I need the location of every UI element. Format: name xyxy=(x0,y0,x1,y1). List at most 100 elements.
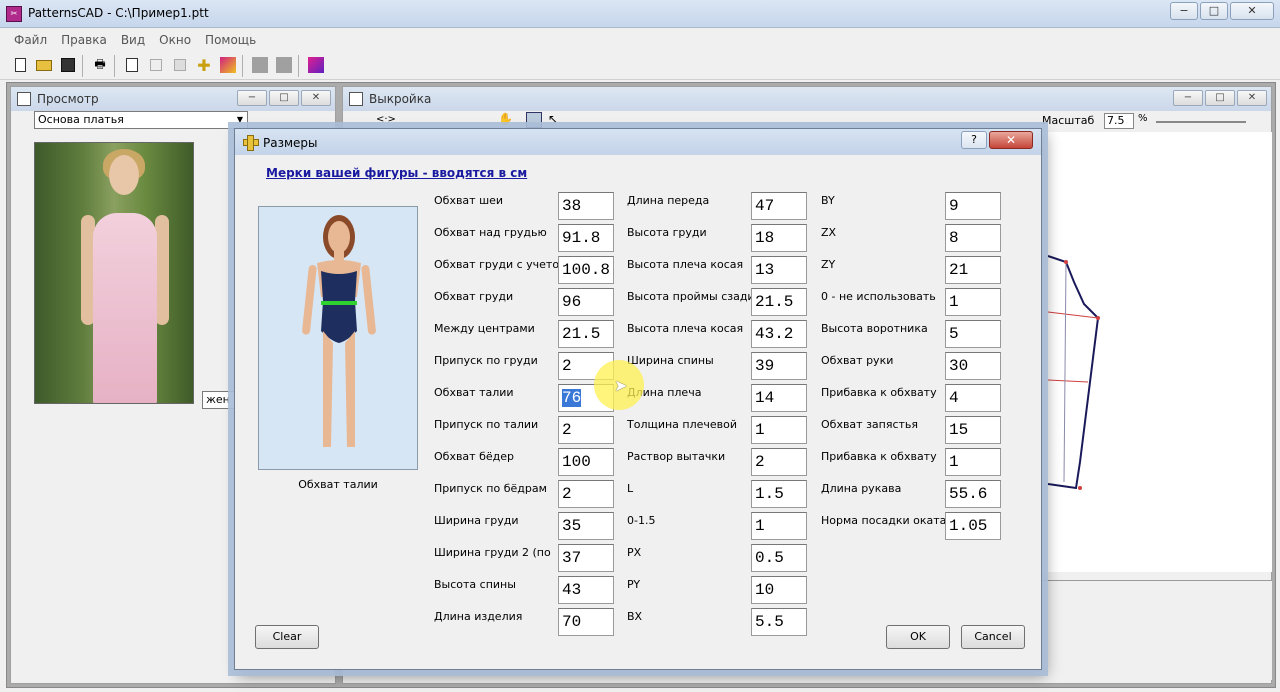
print-icon[interactable]: 🖶 xyxy=(90,55,110,75)
paste-icon[interactable] xyxy=(170,55,190,75)
preview-window-controls: − □ ✕ xyxy=(237,90,331,106)
measurement-value: 2 xyxy=(562,485,572,503)
measurement-label: ZY xyxy=(821,258,836,271)
pattern-close-button[interactable]: ✕ xyxy=(1237,90,1267,106)
measurement-field[interactable]: 39 xyxy=(751,352,807,380)
disabled-tool-icon[interactable] xyxy=(250,55,270,75)
minimize-button[interactable]: − xyxy=(1170,2,1198,20)
measurement-field[interactable]: 38 xyxy=(558,192,614,220)
measurement-field[interactable]: 4 xyxy=(945,384,1001,412)
new-file-icon[interactable] xyxy=(10,55,30,75)
measurement-field[interactable]: 1 xyxy=(751,416,807,444)
pan-nav-label[interactable]: <·> xyxy=(376,114,396,125)
measurement-field[interactable]: 55.6 xyxy=(945,480,1001,508)
pattern-minimize-button[interactable]: − xyxy=(1173,90,1203,106)
help-button[interactable]: ? xyxy=(961,131,987,149)
model-select-value: Основа платья xyxy=(38,113,124,126)
print-preview-icon[interactable] xyxy=(122,55,142,75)
measurement-label: Высота воротника xyxy=(821,322,928,335)
close-button[interactable]: ✕ xyxy=(1230,2,1274,20)
measurement-field[interactable]: 21.5 xyxy=(558,320,614,348)
measurement-field[interactable]: 2 xyxy=(751,448,807,476)
pattern-canvas[interactable] xyxy=(1040,132,1272,572)
scale-unit: % xyxy=(1138,113,1148,124)
dialog-close-button[interactable]: ✕ xyxy=(989,131,1033,149)
measurement-label: Обхват груди с учетом xyxy=(434,258,568,271)
measurement-value: 70 xyxy=(562,613,582,631)
measurement-field[interactable]: 70 xyxy=(558,608,614,636)
measurement-label: PY xyxy=(627,578,641,591)
measurement-field[interactable]: 96 xyxy=(558,288,614,316)
menu-view[interactable]: Вид xyxy=(121,33,145,47)
measurement-field[interactable]: 43 xyxy=(558,576,614,604)
measurement-value: 10 xyxy=(755,581,775,599)
menu-edit[interactable]: Правка xyxy=(61,33,107,47)
scale-input[interactable]: 7.5 xyxy=(1104,113,1134,129)
dialog-title: Размеры xyxy=(263,136,318,150)
ok-button[interactable]: OK xyxy=(886,625,950,649)
save-icon[interactable] xyxy=(58,55,78,75)
measurement-field[interactable]: 100 xyxy=(558,448,614,476)
cancel-button[interactable]: Cancel xyxy=(961,625,1025,649)
measurement-value: 2 xyxy=(562,421,572,439)
measurement-field[interactable]: 30 xyxy=(945,352,1001,380)
measurement-field[interactable]: 10 xyxy=(751,576,807,604)
picture-icon[interactable] xyxy=(218,55,238,75)
measurement-field[interactable]: 100.8 xyxy=(558,256,614,284)
measurements-icon[interactable]: ✚ xyxy=(194,55,214,75)
disabled-tool-icon[interactable] xyxy=(274,55,294,75)
scale-slider[interactable] xyxy=(1156,121,1246,123)
menu-window[interactable]: Окно xyxy=(159,33,191,47)
body-figure-drawing xyxy=(302,215,376,447)
measurement-field[interactable]: 8 xyxy=(945,224,1001,252)
measurement-value: 8 xyxy=(949,229,959,247)
measurement-field[interactable]: 43.2 xyxy=(751,320,807,348)
preview-minimize-button[interactable]: − xyxy=(237,90,267,106)
measurement-label: 0 - не использовать xyxy=(821,290,936,303)
measurement-label: Толщина плечевой xyxy=(627,418,738,431)
maximize-button[interactable]: □ xyxy=(1200,2,1228,20)
preview-maximize-button[interactable]: □ xyxy=(269,90,299,106)
measurement-value: 55.6 xyxy=(949,485,988,503)
measurement-field[interactable]: 5.5 xyxy=(751,608,807,636)
hand-icon[interactable]: ✋ xyxy=(498,112,513,126)
pattern-maximize-button[interactable]: □ xyxy=(1205,90,1235,106)
measurement-field[interactable]: 0.5 xyxy=(751,544,807,572)
measurement-field[interactable]: 2 xyxy=(558,480,614,508)
measurement-field[interactable]: 9 xyxy=(945,192,1001,220)
measurement-field[interactable]: 2 xyxy=(558,416,614,444)
measurement-field[interactable]: 47 xyxy=(751,192,807,220)
measurement-field[interactable]: 37 xyxy=(558,544,614,572)
measurement-label: Высота плеча косая xyxy=(627,258,744,271)
measurement-field[interactable]: 13 xyxy=(751,256,807,284)
measurement-field[interactable]: 35 xyxy=(558,512,614,540)
menu-help[interactable]: Помощь xyxy=(205,33,256,47)
pointer-icon[interactable]: ↖ xyxy=(548,112,558,126)
measurement-field[interactable]: 15 xyxy=(945,416,1001,444)
model-select[interactable]: Основа платья ▼ xyxy=(34,111,248,129)
clear-button[interactable]: Clear xyxy=(255,625,319,649)
open-folder-icon[interactable] xyxy=(34,55,54,75)
copy-icon[interactable] xyxy=(146,55,166,75)
measurement-field[interactable]: 1 xyxy=(751,512,807,540)
measurement-field[interactable]: 1.05 xyxy=(945,512,1001,540)
measurement-field[interactable]: 18 xyxy=(751,224,807,252)
measurement-field[interactable]: 1 xyxy=(945,448,1001,476)
menu-file[interactable]: Файл xyxy=(14,33,47,47)
measurement-field[interactable]: 21.5 xyxy=(751,288,807,316)
pattern-lower-panel xyxy=(1040,580,1272,680)
measurement-field[interactable]: 1 xyxy=(945,288,1001,316)
magic-wand-icon[interactable] xyxy=(306,55,326,75)
measurement-field[interactable]: 5 xyxy=(945,320,1001,348)
measurement-field[interactable]: 14 xyxy=(751,384,807,412)
measurement-field[interactable]: 91.8 xyxy=(558,224,614,252)
measurement-field[interactable]: 21 xyxy=(945,256,1001,284)
gender-field[interactable]: жен xyxy=(202,391,236,409)
measurement-field[interactable]: 1.5 xyxy=(751,480,807,508)
select-rect-icon[interactable] xyxy=(526,112,542,128)
measurement-value: 1 xyxy=(755,421,765,439)
preview-close-button[interactable]: ✕ xyxy=(301,90,331,106)
chevron-down-icon[interactable]: ▼ xyxy=(233,112,247,128)
dialog-heading: Мерки вашей фигуры - вводятся в см xyxy=(266,166,528,180)
measurement-value: 1.05 xyxy=(949,517,988,535)
